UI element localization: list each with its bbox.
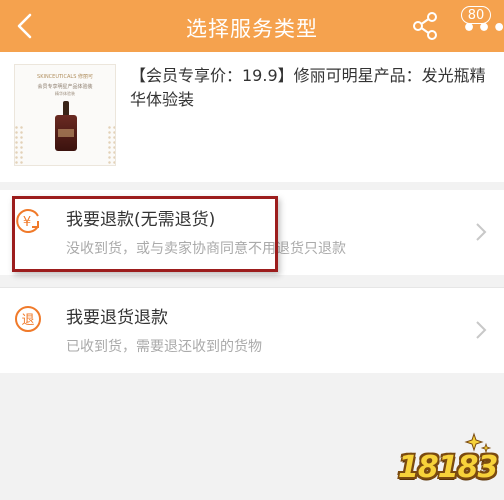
header-bar: 选择服务类型 ••• 80 xyxy=(0,0,504,52)
share-button[interactable] xyxy=(410,10,442,42)
decor-dots-right xyxy=(107,125,115,165)
option-title: 我要退货退款 xyxy=(66,308,168,328)
notification-badge: 80 xyxy=(461,6,491,24)
thumb-subtitle-text: 会员专享明星产品体验装 xyxy=(37,84,93,90)
share-icon xyxy=(413,12,437,40)
option-description: 已收到货，需要退还收到的货物 xyxy=(66,339,262,355)
thumb-brand-text: SKINCEUTICALS 修丽可 xyxy=(37,74,93,80)
bottle-label xyxy=(58,129,74,137)
product-thumbnail[interactable]: SKINCEUTICALS 修丽可 会员专享明星产品体验装 精华体验装 xyxy=(14,64,116,166)
return-refund-icon: 退 xyxy=(15,306,41,332)
bottle-cap xyxy=(63,101,69,115)
svg-text:退: 退 xyxy=(21,313,34,328)
more-button[interactable]: ••• 80 xyxy=(456,6,504,46)
chevron-right-icon xyxy=(476,321,487,339)
decor-dots-left xyxy=(15,125,23,165)
watermark-logo: 18183 xyxy=(394,430,498,492)
return-refund-option[interactable]: 退 我要退货退款 已收到货，需要退还收到的货物 xyxy=(0,288,504,373)
product-card: SKINCEUTICALS 修丽可 会员专享明星产品体验装 精华体验装 【会员专… xyxy=(0,52,504,182)
more-dots-icon: ••• xyxy=(462,16,504,41)
highlight-annotation-box xyxy=(12,196,278,272)
product-name: 【会员专享价：19.9】修丽可明星产品：发光瓶精华体验装 xyxy=(130,66,486,109)
chevron-right-icon xyxy=(476,223,487,241)
watermark-text: 18183 xyxy=(398,450,498,485)
thumb-caption-text: 精华体验装 xyxy=(55,91,75,96)
